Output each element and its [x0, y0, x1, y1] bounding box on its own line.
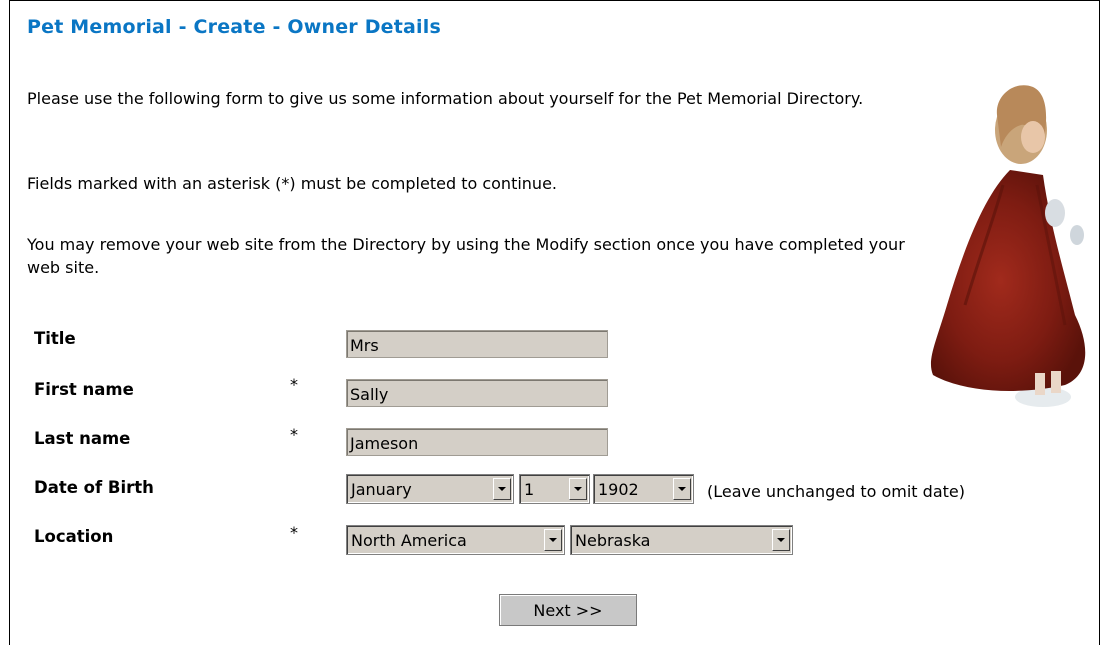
modify-paragraph: You may remove your web site from the Di… [27, 235, 905, 277]
state-value: Nebraska [575, 531, 651, 550]
chevron-down-icon[interactable] [673, 478, 691, 500]
dob-day-value: 1 [524, 480, 535, 499]
dob-day-select[interactable]: 1 [519, 474, 590, 504]
last-name-required-asterisk: * [290, 425, 298, 444]
region-value: North America [351, 531, 467, 550]
title-label: Title [34, 329, 76, 348]
first-name-label: First name [34, 380, 134, 399]
last-name-input[interactable]: Jameson [346, 428, 608, 456]
location-required-asterisk: * [290, 523, 298, 542]
chevron-down-icon[interactable] [493, 478, 511, 500]
page-title: Pet Memorial - Create - Owner Details [27, 16, 441, 38]
modify-note: You may remove your web site from the Di… [27, 233, 927, 279]
title-input[interactable]: Mrs [346, 330, 608, 358]
dob-year-value: 1902 [598, 480, 639, 499]
chevron-down-icon[interactable] [569, 478, 587, 500]
intro-text: Please use the following form to give us… [27, 87, 927, 110]
location-label: Location [34, 527, 114, 546]
last-name-label: Last name [34, 429, 131, 448]
dob-hint: (Leave unchanged to omit date) [707, 482, 965, 501]
state-select[interactable]: Nebraska [570, 525, 793, 555]
chevron-down-icon[interactable] [544, 529, 562, 551]
required-note: Fields marked with an asterisk (*) must … [27, 174, 557, 193]
chevron-down-icon[interactable] [772, 529, 790, 551]
dob-label: Date of Birth [34, 478, 154, 497]
first-name-required-asterisk: * [290, 375, 298, 394]
dob-month-select[interactable]: January [346, 474, 514, 504]
girl-photo [930, 85, 1086, 407]
next-button[interactable]: Next >> [499, 594, 637, 626]
dob-month-value: January [351, 480, 412, 499]
intro-paragraph: Please use the following form to give us… [27, 89, 864, 108]
region-select[interactable]: North America [346, 525, 565, 555]
first-name-input[interactable]: Sally [346, 379, 608, 407]
dob-year-select[interactable]: 1902 [593, 474, 694, 504]
